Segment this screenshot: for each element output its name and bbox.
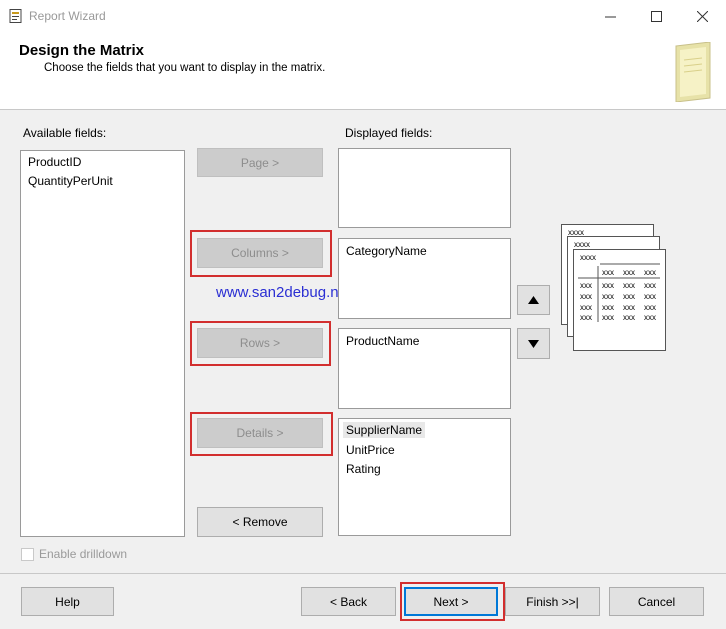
- preview-text: xxx: [602, 292, 614, 301]
- preview-text: xxx: [644, 281, 656, 290]
- preview-text: xxx: [580, 292, 592, 301]
- list-item-selected[interactable]: SupplierName: [343, 422, 426, 438]
- arrow-up-icon: [528, 296, 539, 304]
- preview-text: xxxx: [574, 240, 590, 249]
- watermark-text: www.san2debug.net: [216, 284, 352, 301]
- column-groups-list[interactable]: CategoryName: [338, 238, 511, 319]
- preview-text: xxxx: [568, 228, 584, 237]
- preview-text: xxx: [623, 303, 635, 312]
- window-title: Report Wizard: [29, 9, 106, 23]
- preview-text: xxx: [602, 303, 614, 312]
- list-item[interactable]: QuantityPerUnit: [28, 174, 113, 188]
- arrow-down-icon: [528, 339, 539, 348]
- preview-text: xxx: [644, 292, 656, 301]
- preview-text: xxx: [580, 313, 592, 322]
- details-values-list[interactable]: SupplierName UnitPrice Rating: [338, 418, 511, 536]
- minimize-button[interactable]: [587, 0, 633, 32]
- list-item[interactable]: ProductID: [28, 155, 81, 169]
- details-button[interactable]: Details >: [197, 418, 323, 448]
- finish-button[interactable]: Finish >>|: [505, 587, 600, 616]
- list-item[interactable]: CategoryName: [346, 244, 427, 258]
- preview-text: xxx: [623, 313, 635, 322]
- back-button[interactable]: < Back: [301, 587, 396, 616]
- footer-separator: [0, 573, 726, 574]
- preview-text: xxx: [644, 268, 656, 277]
- preview-text: xxx: [623, 281, 635, 290]
- preview-text: xxx: [623, 292, 635, 301]
- rows-button[interactable]: Rows >: [197, 328, 323, 358]
- preview-text: xxx: [580, 281, 592, 290]
- move-up-button[interactable]: [517, 285, 550, 315]
- page-title: Design the Matrix: [19, 42, 145, 59]
- maximize-button[interactable]: [633, 0, 679, 32]
- list-item[interactable]: Rating: [346, 462, 381, 476]
- remove-button[interactable]: < Remove: [197, 507, 323, 537]
- row-groups-list[interactable]: ProductName: [338, 328, 511, 409]
- preview-text: xxx: [602, 281, 614, 290]
- available-fields-label: Available fields:: [23, 126, 107, 140]
- columns-button[interactable]: Columns >: [197, 238, 323, 268]
- enable-drilldown-label: Enable drilldown: [39, 547, 128, 561]
- preview-text: xxxx: [580, 253, 596, 262]
- preview-text: xxx: [602, 313, 614, 322]
- move-down-button[interactable]: [517, 328, 550, 359]
- list-item[interactable]: ProductName: [346, 334, 419, 348]
- list-item[interactable]: UnitPrice: [346, 443, 395, 457]
- available-fields-list[interactable]: ProductID QuantityPerUnit: [20, 150, 185, 537]
- help-button[interactable]: Help: [21, 587, 114, 616]
- preview-text: xxx: [644, 303, 656, 312]
- maximize-icon: [650, 10, 662, 22]
- wizard-document-icon: [675, 42, 711, 102]
- page-fields-list[interactable]: [338, 148, 511, 228]
- page-button[interactable]: Page >: [197, 148, 323, 177]
- preview-text: xxx: [623, 268, 635, 277]
- report-wizard-app-icon: [9, 9, 22, 23]
- enable-drilldown-checkbox[interactable]: [21, 548, 34, 561]
- preview-text: xxx: [644, 313, 656, 322]
- close-icon: [696, 10, 708, 22]
- cancel-button[interactable]: Cancel: [609, 587, 704, 616]
- page-subtitle: Choose the fields that you want to displ…: [44, 62, 326, 74]
- minimize-icon: [604, 16, 616, 17]
- displayed-fields-label: Displayed fields:: [345, 126, 433, 140]
- next-button[interactable]: Next >: [404, 587, 498, 616]
- close-button[interactable]: [679, 0, 725, 32]
- matrix-preview-illustration: xxxx xxxx xxxx xxx xxx xxx xxx xxx xxx x…: [561, 224, 666, 351]
- preview-text: xxx: [602, 268, 614, 277]
- preview-text: xxx: [580, 303, 592, 312]
